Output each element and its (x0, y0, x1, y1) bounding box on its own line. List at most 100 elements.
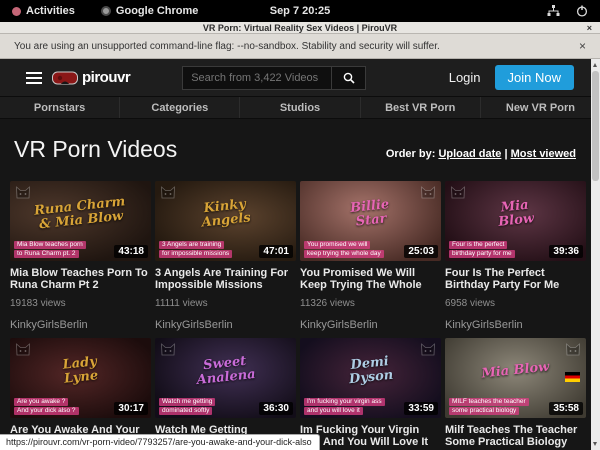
caption-line: 3 Angels are training (159, 241, 224, 249)
nav-item-pornstars[interactable]: Pornstars (0, 97, 119, 118)
duration-badge: 43:18 (114, 245, 148, 258)
studio-cat-logo-icon (160, 342, 176, 356)
scrollbar-up-arrow-icon[interactable] (593, 63, 597, 67)
video-card: Runa Charm & Mia Blow Mia Blow teaches p… (10, 181, 151, 331)
page-viewport: pirouvr Login Join Now Pornstars Categor… (0, 59, 600, 450)
nav-item-categories[interactable]: Categories (119, 97, 239, 118)
thumbnail-caption: Four is the perfectbirthday party for me (449, 241, 515, 258)
duration-badge: 35:58 (549, 402, 583, 415)
studio-cat-logo-icon (160, 185, 176, 199)
order-by-controls: Order by: Upload date | Most viewed (386, 148, 584, 160)
duration-badge: 39:36 (549, 245, 583, 258)
nav-item-new-vr-porn[interactable]: New VR Porn (480, 97, 600, 118)
power-icon[interactable] (576, 5, 588, 17)
video-views: 19183 views (10, 298, 151, 309)
duration-badge: 25:03 (404, 245, 438, 258)
video-thumbnail[interactable]: Kinky Angels 3 Angels are trainingfor im… (155, 181, 296, 261)
caption-line: Watch me getting (159, 398, 215, 406)
network-icon[interactable] (547, 5, 560, 17)
app-menu-label: Google Chrome (116, 5, 199, 17)
caption-line: And your dick also ? (14, 407, 79, 415)
thumbnail-caption: Mia Blow teaches pornto Runa Charm pt. 2 (14, 241, 86, 258)
video-title[interactable]: Im Fucking Your Virgin Ass And You Will … (300, 424, 441, 448)
site-logo[interactable]: pirouvr (52, 69, 130, 86)
main-navigation: Pornstars Categories Studios Best VR Por… (0, 97, 600, 119)
system-top-bar: Activities Google Chrome Sep 7 20:25 (0, 0, 600, 22)
video-thumbnail[interactable]: Sweet Analena Watch me gettingdominated … (155, 338, 296, 418)
thumbnail-caption: Are you awake ?And your dick also ? (14, 398, 79, 415)
video-studio-link[interactable]: KinkyGirlsBerlin (300, 319, 441, 331)
order-separator: | (504, 148, 507, 160)
tab-close-icon[interactable]: × (587, 23, 592, 33)
caption-line: keep trying the whole day (304, 250, 384, 258)
scrollbar-thumb[interactable] (592, 71, 599, 181)
chrome-icon (101, 6, 111, 16)
logo-text: pirouvr (82, 69, 130, 86)
caption-line: Four is the perfect (449, 241, 507, 249)
video-title[interactable]: Milf Teaches The Teacher Some Practical … (445, 424, 586, 448)
studio-cat-logo-icon (15, 342, 31, 356)
thumbnail-caption: MILF teaches the teachersome practical b… (449, 398, 529, 415)
browser-tab-bar[interactable]: VR Porn: Virtual Reality Sex Videos | Pi… (0, 22, 600, 34)
video-title[interactable]: Mia Blow Teaches Porn To Runa Charm Pt 2 (10, 267, 151, 291)
search-box (182, 66, 366, 90)
join-now-button[interactable]: Join Now (495, 65, 574, 90)
order-link-upload-date[interactable]: Upload date (438, 148, 501, 160)
tab-title: VR Porn: Virtual Reality Sex Videos | Pi… (203, 23, 397, 33)
warning-text: You are using an unsupported command-lin… (14, 41, 440, 52)
studio-cat-logo-icon (565, 342, 581, 356)
duration-badge: 47:01 (259, 245, 293, 258)
video-thumbnail[interactable]: Billie Star You promised we willkeep try… (300, 181, 441, 261)
video-title[interactable]: 3 Angels Are Training For Impossible Mis… (155, 267, 296, 291)
video-views: 11111 views (155, 298, 296, 309)
video-title[interactable]: Four Is The Perfect Birthday Party For M… (445, 267, 586, 291)
search-input[interactable] (182, 66, 332, 90)
video-views: 11326 views (300, 298, 441, 309)
search-button[interactable] (332, 66, 366, 90)
activities-label: Activities (26, 5, 75, 17)
clock[interactable]: Sep 7 20:25 (270, 5, 331, 17)
caption-line: I'm fucking your virgin ass (304, 398, 385, 406)
thumbnail-caption: I'm fucking your virgin assand you will … (304, 398, 385, 415)
site-header: pirouvr Login Join Now (0, 59, 600, 97)
scrollbar-down-arrow-icon[interactable] (593, 442, 597, 446)
hamburger-menu-icon[interactable] (26, 69, 42, 87)
caption-line: dominated softly (159, 407, 212, 415)
nav-item-studios[interactable]: Studios (239, 97, 359, 118)
video-thumbnail[interactable]: Mia Blow Four is the perfectbirthday par… (445, 181, 586, 261)
video-studio-link[interactable]: KinkyGirlsBerlin (10, 319, 151, 331)
activities-icon (12, 7, 21, 16)
studio-cat-logo-icon (420, 342, 436, 356)
status-url-bubble: https://pirouvr.com/vr-porn-video/779325… (0, 434, 320, 450)
warning-close-icon[interactable]: × (579, 39, 586, 53)
duration-badge: 30:17 (114, 402, 148, 415)
caption-line: Are you awake ? (14, 398, 68, 406)
activities-button[interactable]: Activities (12, 5, 75, 17)
video-thumbnail[interactable]: Runa Charm & Mia Blow Mia Blow teaches p… (10, 181, 151, 261)
caption-line: and you will love it (304, 407, 363, 415)
video-card: Mia Blow Four is the perfectbirthday par… (445, 181, 586, 331)
search-icon (343, 72, 355, 84)
video-studio-link[interactable]: KinkyGirlsBerlin (155, 319, 296, 331)
studio-cat-logo-icon (450, 185, 466, 199)
video-card: Demi Dyson I'm fucking your virgin assan… (300, 338, 441, 450)
chrome-warning-bar: You are using an unsupported command-lin… (0, 34, 600, 59)
nav-item-best-vr-porn[interactable]: Best VR Porn (360, 97, 480, 118)
video-thumbnail[interactable]: Demi Dyson I'm fucking your virgin assan… (300, 338, 441, 418)
thumbnail-caption: You promised we willkeep trying the whol… (304, 241, 384, 258)
duration-badge: 36:30 (259, 402, 293, 415)
app-menu-button[interactable]: Google Chrome (101, 5, 199, 17)
vertical-scrollbar[interactable] (591, 59, 600, 450)
caption-line: some practical biology (449, 407, 519, 415)
caption-line: Mia Blow teaches porn (14, 241, 86, 249)
order-link-most-viewed[interactable]: Most viewed (511, 148, 576, 160)
video-thumbnail[interactable]: Mia Blow MILF teaches the teachersome pr… (445, 338, 586, 418)
video-studio-link[interactable]: KinkyGirlsBerlin (445, 319, 586, 331)
page-title: VR Porn Videos (14, 136, 177, 163)
video-title[interactable]: You Promised We Will Keep Trying The Who… (300, 267, 441, 291)
caption-line: MILF teaches the teacher (449, 398, 529, 406)
video-card: Kinky Angels 3 Angels are trainingfor im… (155, 181, 296, 331)
caption-line: for impossible missions (159, 250, 232, 258)
video-thumbnail[interactable]: Lady Lyne Are you awake ?And your dick a… (10, 338, 151, 418)
login-button[interactable]: Login (449, 70, 481, 85)
